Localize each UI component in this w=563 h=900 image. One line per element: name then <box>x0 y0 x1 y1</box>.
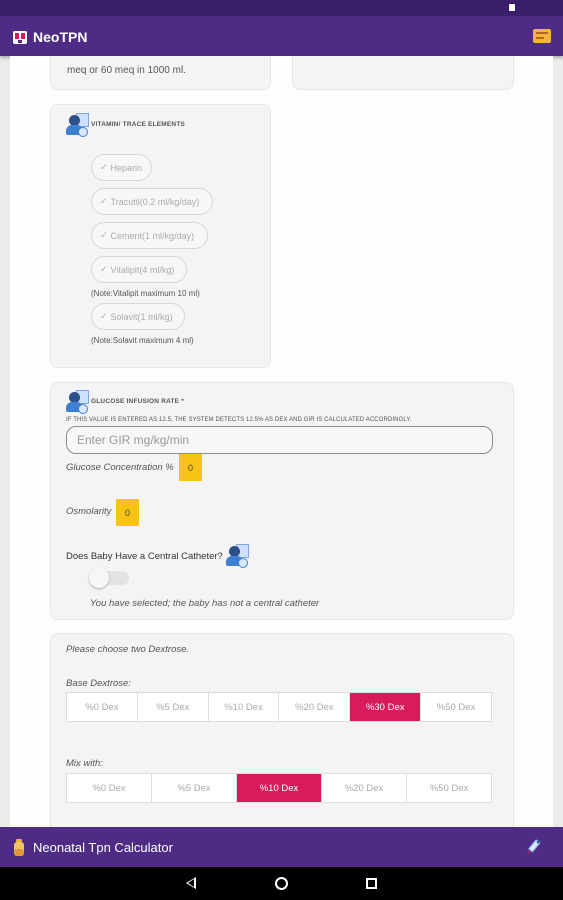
glucose-concentration-label: Glucose Concentration % <box>66 462 174 473</box>
base-dextrose-label: Base Dextrose: <box>66 678 131 689</box>
app-title: NeoTPN <box>33 29 88 45</box>
back-icon[interactable] <box>186 877 196 889</box>
vitamin-title: VITAMIN/ TRACE ELEMENTS <box>91 121 186 128</box>
mix-dex-10[interactable]: %10 Dex <box>237 774 322 802</box>
catheter-question: Does Baby Have a Central Catheter? <box>66 551 223 562</box>
gir-subtitle: IF THIS VALUE IS ENTERED AS 12.5, THE SY… <box>66 417 412 423</box>
mix-dex-50[interactable]: %50 Dex <box>407 774 491 802</box>
vitamin-card: VITAMIN/ TRACE ELEMENTS ✓ Heparin ✓ Trac… <box>50 104 271 368</box>
check-icon: ✓ <box>100 196 108 206</box>
osmolarity-value: 0 <box>116 499 139 526</box>
app-logo-icon <box>13 31 27 44</box>
doctor-icon <box>65 113 91 139</box>
check-icon: ✓ <box>100 162 108 172</box>
heparin-label: Heparin <box>110 162 143 173</box>
system-nav-bar <box>0 867 563 900</box>
base-dex-20[interactable]: %20 Dex <box>279 693 351 721</box>
base-dex-50[interactable]: %50 Dex <box>421 693 491 721</box>
footer-title: Neonatal Tpn Calculator <box>33 840 173 855</box>
status-bar <box>0 0 563 16</box>
vitalipit-label: Vitalipit(4 ml/kg) <box>110 264 175 275</box>
recent-apps-icon[interactable] <box>366 878 377 889</box>
app-bar: NeoTPN <box>0 16 563 56</box>
mix-dex-0[interactable]: %0 Dex <box>67 774 152 802</box>
menu-icon[interactable] <box>533 29 551 43</box>
base-dextrose-selector: %0 Dex %5 Dex %10 Dex %20 Dex %30 Dex %5… <box>66 692 492 722</box>
cement-label: Cement(1 ml/kg/day) <box>110 230 195 241</box>
previous-card-left: meq or 60 meq in 1000 ml. <box>50 56 271 90</box>
vitalipit-note: (Note:Vitalipit maximum 10 ml) <box>91 289 200 298</box>
glucose-concentration-value: 0 <box>179 454 202 481</box>
gir-input[interactable]: Enter GIR mg/kg/min <box>66 426 493 454</box>
toggle-knob <box>89 568 109 588</box>
solavit-label: Solavit(1 ml/kg) <box>110 311 173 322</box>
central-catheter-toggle[interactable] <box>89 568 129 588</box>
gir-placeholder: Enter GIR mg/kg/min <box>77 433 190 447</box>
base-dex-10[interactable]: %10 Dex <box>209 693 280 721</box>
base-dex-5[interactable]: %5 Dex <box>138 693 209 721</box>
vitalipit-option[interactable]: ✓ Vitalipit(4 ml/kg) <box>91 256 187 283</box>
doctor-icon <box>65 390 91 416</box>
bottom-bar: Neonatal Tpn Calculator <box>0 827 563 867</box>
mix-with-label: Mix with: <box>66 758 103 769</box>
catheter-selection-text: You have selected; the baby has not a ce… <box>90 598 320 609</box>
base-dex-0[interactable]: %0 Dex <box>67 693 138 721</box>
mix-dex-5[interactable]: %5 Dex <box>152 774 237 802</box>
main-content[interactable]: meq or 60 meq in 1000 ml. VITAMIN/ TRACE… <box>0 56 563 827</box>
mix-dextrose-selector: %0 Dex %5 Dex %10 Dex %20 Dex %50 Dex <box>66 773 492 803</box>
home-icon[interactable] <box>275 877 288 890</box>
osmolarity-label: Osmolarity <box>66 506 112 517</box>
content-sheet: meq or 60 meq in 1000 ml. VITAMIN/ TRACE… <box>10 56 553 827</box>
cement-option[interactable]: ✓ Cement(1 ml/kg/day) <box>91 222 208 249</box>
dextrose-card: Please choose two Dextrose. Base Dextros… <box>50 633 514 827</box>
tracutil-option[interactable]: ✓ Tracutil(0.2 ml/kg/day) <box>91 188 213 215</box>
check-icon: ✓ <box>100 311 108 321</box>
doctor-icon <box>225 544 251 570</box>
previous-card-right <box>292 56 514 90</box>
heparin-option[interactable]: ✓ Heparin <box>91 154 152 181</box>
gir-title: GLUCOSE INFUSION RATE * <box>91 398 184 405</box>
base-dex-30[interactable]: %30 Dex <box>350 693 422 721</box>
check-icon: ✓ <box>100 230 108 240</box>
dextrose-instruction: Please choose two Dextrose. <box>66 644 190 655</box>
battery-icon <box>509 4 515 11</box>
mix-dex-20[interactable]: %20 Dex <box>322 774 407 802</box>
baby-bottle-icon <box>14 839 24 856</box>
syringe-icon[interactable] <box>525 838 543 856</box>
check-icon: ✓ <box>100 264 108 274</box>
tracutil-label: Tracutil(0.2 ml/kg/day) <box>110 196 200 207</box>
solavit-note: (Note:Solavit maximum 4 ml) <box>91 336 194 345</box>
gir-card: GLUCOSE INFUSION RATE * IF THIS VALUE IS… <box>50 382 514 620</box>
previous-card-text: meq or 60 meq in 1000 ml. <box>67 65 186 76</box>
solavit-option[interactable]: ✓ Solavit(1 ml/kg) <box>91 303 185 330</box>
